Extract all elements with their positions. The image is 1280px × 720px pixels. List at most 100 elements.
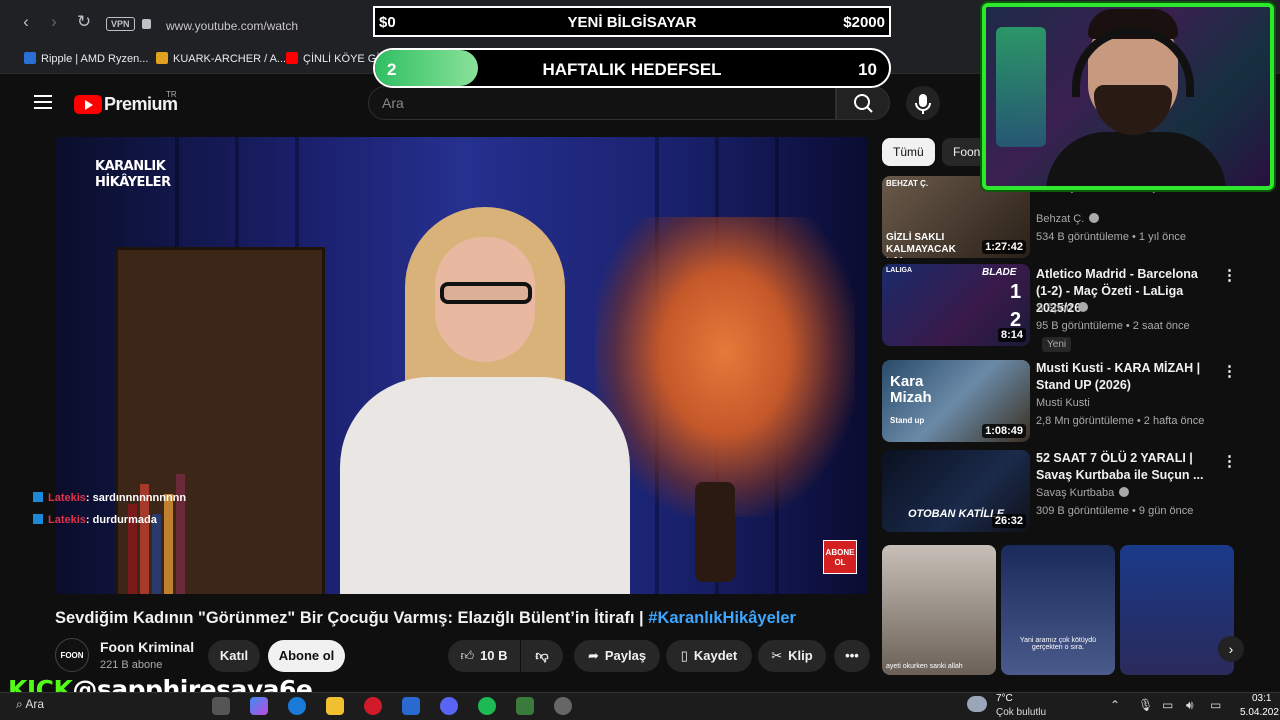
spotify-icon[interactable] [478,697,496,715]
more-options-icon[interactable]: ⋮ [1222,266,1237,284]
battery-icon[interactable]: ▭ [1210,698,1221,712]
microphone-tray-icon[interactable]: 🎙︎ [1138,698,1153,712]
scissors-icon: ✂ [771,648,783,663]
chevron-right-icon[interactable]: › [1218,636,1244,662]
weekly-goal-title: HAFTALIK HEDEFSEL [542,60,722,79]
more-actions-button[interactable]: ••• [834,640,870,672]
video-duration: 8:14 [997,328,1026,342]
chat-message: Latekis: sardınnnnnnnnnn [33,492,186,504]
search-placeholder: Ara [382,95,404,111]
kick-chat-icon [33,514,43,524]
opera-icon[interactable] [364,697,382,715]
channel-name[interactable]: S Sport [1036,302,1088,314]
subscribe-watermark-badge[interactable]: ABONE OL [823,540,857,574]
search-button[interactable] [836,86,890,120]
clock-time: 03:1 [1252,693,1272,704]
channel-watermark: KARANLIK HİKÂYELER [95,159,171,190]
recommended-video[interactable]: LALIGA BLADE 1 2 8:14 Atletico Madrid - … [882,264,1242,352]
channel-name[interactable]: Savaş Kurtbaba [1036,487,1130,499]
shorts-shelf: ayeti okurken sanki allah Yani aramız ço… [882,545,1234,675]
join-button[interactable]: Katıl [208,640,260,672]
task-view-icon[interactable] [212,697,230,715]
bookmark-favicon-icon [286,52,298,64]
microphone-icon [915,94,931,114]
search-icon [854,94,873,113]
weekly-goal-target: 10 [858,60,877,79]
chip-all[interactable]: Tümü [882,138,935,166]
vpn-badge[interactable]: VPN [106,17,135,31]
bookmark-item[interactable]: ÇİNLİ KÖYE GİR [286,52,387,65]
video-meta: 534 B görüntüleme • 1 yıl önce [1036,231,1186,243]
video-thumbnail[interactable]: Kara Mizah Stand up 1:08:49 [882,360,1030,442]
search-input[interactable] [368,86,836,120]
bookmark-item[interactable]: KUARK-ARCHER / A... [156,52,286,65]
network-icon[interactable]: ▭ [1162,698,1173,712]
nvidia-icon[interactable] [516,697,534,715]
verified-icon [1119,487,1130,497]
clock-date: 5.04.202 [1240,707,1279,718]
file-explorer-icon[interactable] [326,697,344,715]
more-options-icon[interactable]: ⋮ [1222,452,1237,470]
video-meta: 95 B görüntüleme • 2 saat önce [1036,320,1190,332]
weather-condition: Çok bulutlu [996,707,1047,718]
app-icon[interactable] [554,697,572,715]
video-meta: 2,8 Mn görüntüleme • 2 hafta önce [1036,415,1205,427]
lock-icon[interactable] [142,19,151,29]
more-options-icon[interactable]: ⋮ [1222,362,1237,380]
save-button[interactable]: ▯ Kaydet [666,640,752,672]
bookshelf-image [115,247,325,594]
webcam-overlay [982,3,1274,190]
like-button[interactable]: 👍︎ 10 B [448,640,520,672]
reload-icon[interactable]: ↻ [74,12,94,32]
video-thumbnail[interactable]: LALIGA BLADE 1 2 8:14 [882,264,1030,346]
recommended-video[interactable]: Kara Mizah Stand up 1:08:49 Musti Kusti … [882,360,1242,442]
youtube-logo-icon[interactable] [74,95,102,114]
video-title: Sevdiğim Kadının "Görünmez" Bir Çocuğu V… [55,609,796,627]
new-badge: Yeni [1042,337,1072,352]
kick-chat-icon [33,492,43,502]
thumbs-down-icon: 👎︎ [535,648,549,663]
subscribe-button[interactable]: Abone ol [268,640,345,672]
video-title[interactable]: Musti Kusti - KARA MİZAH | Stand UP (202… [1036,360,1212,394]
bookmark-item[interactable]: Ripple | AMD Ryzen... [24,52,148,65]
discord-icon[interactable] [440,697,458,715]
video-meta: 309 B görüntüleme • 9 gün önce [1036,505,1194,517]
windows-taskbar [0,692,1280,720]
voice-search-button[interactable] [906,86,940,120]
taskbar-search[interactable]: ⌕ Ara [16,697,44,712]
recommended-video[interactable]: OTOBAN KATİLLE 26:32 52 SAAT 7 ÖLÜ 2 YAR… [882,450,1242,532]
channel-avatar[interactable]: FOON [55,638,89,672]
clip-button[interactable]: ✂ Klip [758,640,826,672]
weather-temperature: 7°C [996,693,1013,704]
video-duration: 26:32 [991,514,1026,528]
chat-message: Latekis: durdurmada [33,514,157,526]
short-thumbnail[interactable]: ayeti okurken sanki allah [882,545,996,675]
edge-icon[interactable] [288,697,306,715]
donation-goal-bar: $0 YENİ BİLGİSAYAR $2000 [373,6,891,37]
bookmark-favicon-icon [156,52,168,64]
copilot-icon[interactable] [250,697,268,715]
thumbs-up-icon: 👍︎ [460,648,475,663]
channel-name[interactable]: Musti Kusti [1036,397,1090,409]
channel-name[interactable]: Foon Kriminal [100,639,194,655]
hamburger-menu-icon[interactable] [34,95,52,109]
dislike-button[interactable]: 👎︎ [521,640,563,672]
goal-title: YENİ BİLGİSAYAR [567,14,697,31]
address-bar[interactable]: www.youtube.com/watch [166,19,298,33]
volume-icon[interactable]: 🔊︎ [1186,698,1194,713]
video-player[interactable]: KARANLIK HİKÂYELER ABONE OL [55,137,868,594]
mail-icon[interactable] [402,697,420,715]
video-thumbnail[interactable]: OTOBAN KATİLLE 26:32 [882,450,1030,532]
bookmark-favicon-icon [24,52,36,64]
short-thumbnail[interactable] [1120,545,1234,675]
cloud-icon[interactable] [967,696,987,712]
hashtag-link[interactable]: #KaranlıkHikâyeler [648,609,796,627]
chevron-up-icon[interactable]: ⌃ [1110,698,1120,712]
share-icon: ➦ [587,648,599,663]
video-title[interactable]: 52 SAAT 7 ÖLÜ 2 YARALI | Savaş Kurtbaba … [1036,450,1212,484]
forward-icon[interactable]: › [44,12,64,32]
back-icon[interactable]: ‹ [16,12,36,32]
channel-name[interactable]: Behzat Ç. [1036,213,1100,225]
short-thumbnail[interactable]: Yani aramız çok kötüydü gerçekten o sıra… [1001,545,1115,675]
share-button[interactable]: ➦ Paylaş [574,640,660,672]
